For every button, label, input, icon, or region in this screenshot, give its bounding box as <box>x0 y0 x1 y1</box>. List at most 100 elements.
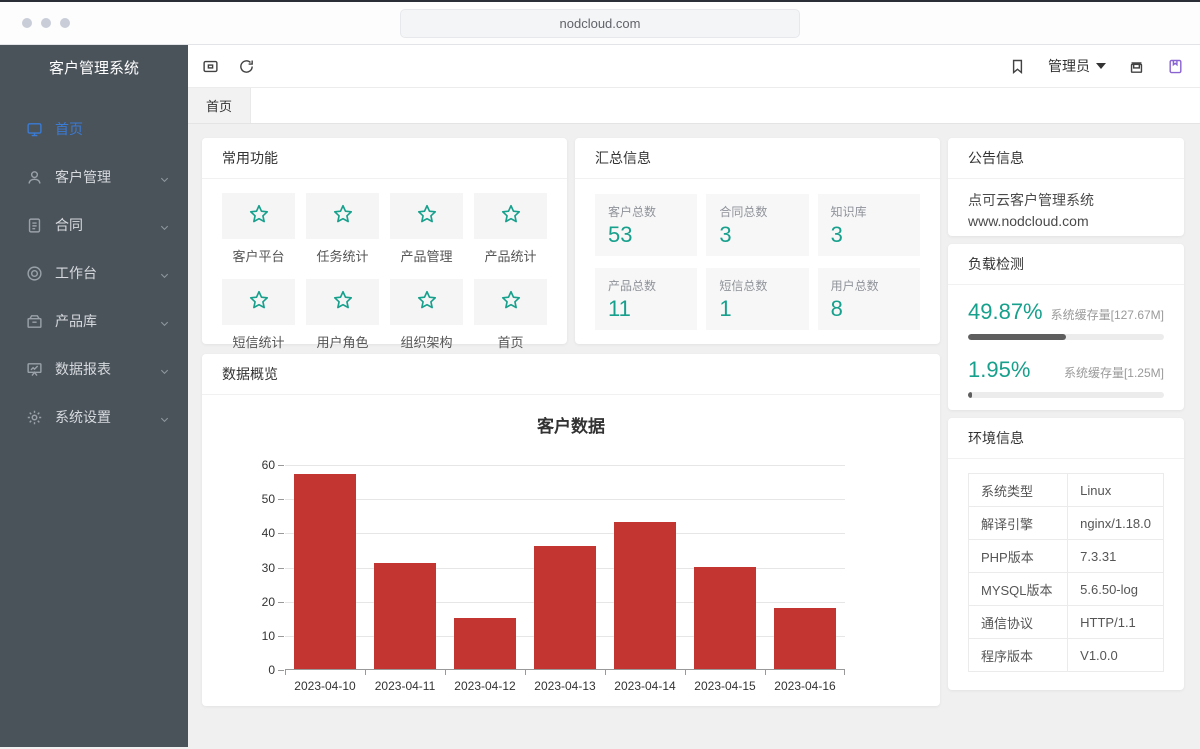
sidebar-item-settings[interactable]: 系统设置 <box>0 393 188 441</box>
stat-label: 用户总数 <box>831 277 907 294</box>
shortcut-item[interactable]: 组织架构 <box>390 279 463 351</box>
collapse-sidebar-icon[interactable] <box>202 58 219 75</box>
stat-tile: 客户总数53 <box>595 194 697 256</box>
chevron-down-icon <box>159 268 170 279</box>
x-axis-tick <box>765 669 766 675</box>
chart-yaxis: 0102030405060 <box>230 465 285 670</box>
meter-percent: 49.87% <box>968 299 1043 325</box>
progress-bar <box>968 392 1164 398</box>
env-value: V1.0.0 <box>1068 639 1164 672</box>
y-tick-label: 40 <box>262 526 275 540</box>
user-icon <box>26 169 43 186</box>
tab-bar: 首页 <box>188 88 1200 124</box>
stat-tile: 知识库3 <box>818 194 920 256</box>
stat-label: 知识库 <box>831 203 907 220</box>
stat-value: 53 <box>608 222 684 248</box>
shortcut-label: 产品统计 <box>474 246 547 265</box>
notice-line: www.nodcloud.com <box>968 211 1164 232</box>
shortcut-item[interactable]: 短信统计 <box>222 279 295 351</box>
shortcut-item[interactable]: 产品管理 <box>390 193 463 265</box>
env-value: 5.6.50-log <box>1068 573 1164 606</box>
shortcut-label: 首页 <box>474 332 547 351</box>
sidebar-nav: 首页客户管理合同工作台产品库数据报表系统设置 <box>0 105 188 441</box>
shortcut-item[interactable]: 客户平台 <box>222 193 295 265</box>
tab-home[interactable]: 首页 <box>188 88 251 123</box>
sidebar-item-products[interactable]: 产品库 <box>0 297 188 345</box>
topbar: 管理员 <box>188 45 1200 88</box>
star-icon <box>500 203 522 230</box>
print-icon[interactable] <box>1128 58 1145 75</box>
card-load-title: 负载检测 <box>948 244 1184 285</box>
env-label: 通信协议 <box>969 606 1068 639</box>
star-icon <box>416 289 438 316</box>
card-overview: 数据概览 客户数据 0102030405060 2023-04-102023-0… <box>202 354 940 706</box>
x-tick-label: 2023-04-13 <box>525 679 605 693</box>
sidebar-item-workbench[interactable]: 工作台 <box>0 249 188 297</box>
stat-tile: 短信总数1 <box>706 268 808 330</box>
shortcut-item[interactable]: 产品统计 <box>474 193 547 265</box>
bookmark-icon[interactable] <box>1009 58 1026 75</box>
env-value: nginx/1.18.0 <box>1068 507 1164 540</box>
env-label: 程序版本 <box>969 639 1068 672</box>
card-summary: 汇总信息 客户总数53合同总数3知识库3产品总数11短信总数1用户总数8 <box>575 138 940 344</box>
env-row: 系统类型Linux <box>969 474 1164 507</box>
env-label: MYSQL版本 <box>969 573 1068 606</box>
sidebar-item-label: 数据报表 <box>55 359 111 379</box>
star-icon <box>332 203 354 230</box>
star-icon <box>332 289 354 316</box>
stat-tile: 产品总数11 <box>595 268 697 330</box>
env-row: MYSQL版本5.6.50-log <box>969 573 1164 606</box>
chart-title: 客户数据 <box>202 412 940 437</box>
monitor-icon <box>26 121 43 138</box>
window-controls <box>22 18 70 28</box>
shortcut-grid: 客户平台任务统计产品管理产品统计短信统计用户角色组织架构首页 <box>202 179 567 365</box>
env-label: 系统类型 <box>969 474 1068 507</box>
shortcut-label: 用户角色 <box>306 332 379 351</box>
gear-icon <box>26 409 43 426</box>
bar-2023-04-15 <box>694 567 756 670</box>
x-axis-tick <box>525 669 526 675</box>
env-row: 程序版本V1.0.0 <box>969 639 1164 672</box>
shortcut-item[interactable]: 任务统计 <box>306 193 379 265</box>
sidebar-item-reports[interactable]: 数据报表 <box>0 345 188 393</box>
shortcut-item[interactable]: 用户角色 <box>306 279 379 351</box>
x-tick-label: 2023-04-14 <box>605 679 685 693</box>
bar-2023-04-10 <box>294 474 356 669</box>
chevron-down-icon <box>159 220 170 231</box>
x-axis-tick <box>685 669 686 675</box>
app-title: 客户管理系统 <box>0 45 188 89</box>
x-axis-tick <box>605 669 606 675</box>
star-icon <box>416 203 438 230</box>
refresh-icon[interactable] <box>238 58 255 75</box>
shortcut-item[interactable]: 首页 <box>474 279 547 351</box>
shortcut-label: 组织架构 <box>390 332 463 351</box>
box-icon <box>26 313 43 330</box>
stat-value: 1 <box>719 296 795 322</box>
card-env-title: 环境信息 <box>948 418 1184 459</box>
meter-label: 系统缓存量[127.67M] <box>1051 306 1164 323</box>
report-icon <box>26 361 43 378</box>
meter-percent: 1.95% <box>968 357 1030 383</box>
window-dot <box>41 18 51 28</box>
star-icon <box>500 289 522 316</box>
bar-2023-04-11 <box>374 563 436 669</box>
book-icon[interactable] <box>1167 58 1184 75</box>
shortcut-label: 产品管理 <box>390 246 463 265</box>
sidebar-item-contract[interactable]: 合同 <box>0 201 188 249</box>
stat-label: 合同总数 <box>719 203 795 220</box>
sidebar-item-home[interactable]: 首页 <box>0 105 188 153</box>
x-tick-label: 2023-04-11 <box>365 679 445 693</box>
gridline <box>285 533 845 534</box>
sidebar-item-label: 产品库 <box>55 311 97 331</box>
card-shortcuts-title: 常用功能 <box>202 138 567 179</box>
bar-chart: 0102030405060 <box>285 465 845 670</box>
user-menu[interactable]: 管理员 <box>1048 56 1106 76</box>
shortcut-label: 短信统计 <box>222 332 295 351</box>
card-shortcuts: 常用功能 客户平台任务统计产品管理产品统计短信统计用户角色组织架构首页 <box>202 138 567 344</box>
address-bar[interactable]: nodcloud.com <box>400 9 800 38</box>
sidebar-item-customers[interactable]: 客户管理 <box>0 153 188 201</box>
x-tick-label: 2023-04-16 <box>765 679 845 693</box>
bar-2023-04-14 <box>614 522 676 669</box>
sidebar-item-label: 合同 <box>55 215 83 235</box>
meter-label: 系统缓存量[1.25M] <box>1064 364 1164 381</box>
